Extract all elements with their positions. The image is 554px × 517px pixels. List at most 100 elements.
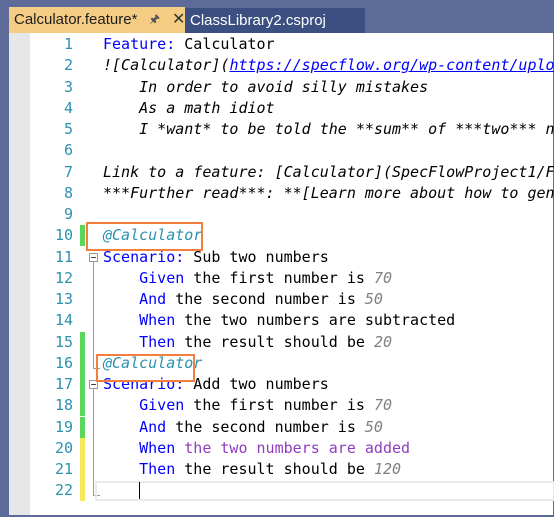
outline-guide [93, 389, 94, 496]
tag-highlight-box [86, 222, 203, 252]
token-num: 20 [373, 332, 392, 351]
token-tx: the first number is [184, 268, 374, 287]
change-indicator-yellow [80, 480, 85, 502]
line-number: 20 [54, 438, 73, 457]
line-number: 8 [63, 183, 73, 202]
line-number: 6 [63, 141, 73, 160]
line-code: Feature: Calculator [103, 34, 275, 55]
tag-highlight-box [96, 353, 195, 382]
line-number: 14 [54, 311, 73, 330]
line-code: When the two numbers are added [103, 438, 410, 459]
change-indicator-green [80, 416, 85, 438]
line-code: And the second number is 50 [103, 289, 383, 310]
code-line[interactable]: 6 [9, 140, 553, 161]
line-number: 7 [63, 162, 73, 181]
line-number: 11 [54, 247, 73, 266]
text-caret [139, 482, 140, 500]
token-kw: Feature: [103, 35, 176, 53]
code-line[interactable]: 15 Then the result should be 20 [9, 331, 553, 353]
code-line[interactable]: 3 In order to avoid silly mistakes [9, 77, 553, 98]
code-line[interactable]: 19 And the second number is 50 [9, 416, 553, 438]
line-number: 21 [54, 460, 73, 478]
code-line[interactable]: 1 Feature: Calculator [9, 34, 553, 55]
token-tx: Calculator [175, 35, 275, 53]
code-line[interactable]: 21 Then the result should be 120 [9, 459, 553, 480]
line-number: 19 [54, 417, 73, 436]
tab-label: ClassLibrary2.csproj [190, 12, 326, 29]
token-num: 50 [364, 417, 383, 436]
line-number: 1 [63, 35, 73, 53]
line-number: 17 [54, 375, 73, 393]
token-it: As a math idiot [103, 98, 275, 117]
line-code: In order to avoid silly mistakes [103, 77, 428, 98]
current-line-highlight [95, 481, 554, 502]
change-indicator-green [80, 331, 85, 353]
line-code: I *want* to be told the **sum** of ***tw… [103, 119, 554, 140]
token-kw: Then [103, 460, 176, 478]
token-tx: Add two numbers [184, 375, 329, 393]
line-code: Then the result should be 20 [103, 332, 392, 353]
code-line[interactable]: 4 As a math idiot [9, 98, 553, 119]
outline-guide [93, 261, 94, 368]
change-indicator-yellow [80, 437, 85, 459]
code-editor[interactable]: 1 Feature: Calculator 2 ![Calculator](https… [9, 33, 554, 515]
code-line[interactable]: 18 Given the first number is 70 [9, 395, 553, 417]
tab-calculator-feature[interactable]: Calculator.feature* 🖈 ✕ [9, 7, 185, 33]
line-code: And the second number is 50 [103, 417, 383, 438]
token-link[interactable]: https://specflow.org/wp-content/uplo [229, 56, 554, 74]
token-it: ![Calculator]( [103, 56, 230, 75]
code-line[interactable]: 7 Link to a feature: [Calculator](SpecFlo… [9, 162, 554, 183]
token-kw: Given [103, 396, 185, 415]
line-number: 22 [54, 481, 73, 500]
change-indicator-green [80, 352, 85, 374]
token-num: 70 [373, 396, 392, 415]
token-it: ***Further read***: **[Learn more about … [103, 183, 554, 202]
token-it: Link to a feature: [Calculator](SpecFlow… [103, 162, 554, 181]
line-number: 13 [54, 290, 73, 308]
token-kw: When [103, 311, 176, 330]
line-code: As a math idiot [103, 98, 275, 119]
line-code: Link to a feature: [Calculator](SpecFlow… [103, 162, 554, 183]
collapse-scenario-sub-icon[interactable] [89, 252, 98, 262]
token-it: I *want* to be told the **sum** of ***tw… [103, 120, 554, 138]
code-line[interactable]: 8 ***Further read***: **[Learn more about… [9, 183, 554, 204]
close-icon[interactable]: ✕ [172, 7, 185, 32]
code-line[interactable]: 5 I *want* to be told the **sum** of ***… [9, 119, 554, 140]
code-line[interactable]: 12 Given the first number is 70 [9, 268, 553, 289]
token-tx: the result should be [175, 460, 374, 478]
token-tx: the first number is [184, 396, 374, 415]
code-line[interactable]: 14 When the two numbers are subtracted [9, 310, 553, 331]
token-num: 50 [364, 290, 383, 308]
code-line[interactable]: 16 @Calculator [9, 352, 553, 374]
token-kw: And [103, 290, 167, 308]
token-unb: the two numbers are added [175, 438, 411, 457]
tab-label: Calculator.feature* [14, 11, 138, 28]
token-tx: the two numbers are subtracted [175, 311, 456, 330]
line-code: ***Further read***: **[Learn more about … [103, 183, 554, 204]
code-line[interactable]: 20 When the two numbers are added [9, 437, 553, 459]
pin-icon[interactable]: 🖈 [149, 7, 160, 32]
code-line[interactable]: 13 And the second number is 50 [9, 289, 553, 310]
line-code: Given the first number is 70 [103, 268, 392, 289]
code-line[interactable]: 2 ![Calculator](https://specflow.org/wp-c… [9, 55, 554, 76]
token-tx: Sub two numbers [184, 247, 329, 266]
line-number: 12 [54, 268, 73, 287]
change-indicator-yellow [80, 459, 85, 480]
tab-classlibrary2-csproj[interactable]: ClassLibrary2.csproj [185, 8, 365, 33]
line-number: 4 [63, 98, 73, 117]
tab-bar: Calculator.feature* 🖈 ✕ ClassLibrary2.cs… [0, 0, 554, 33]
line-number: 18 [54, 396, 73, 415]
token-tx: the second number is [166, 290, 365, 308]
token-num: 70 [373, 268, 392, 287]
change-indicator-green [80, 225, 85, 247]
token-it: In order to avoid silly mistakes [103, 77, 429, 96]
line-number: 2 [63, 56, 73, 75]
line-code: When the two numbers are subtracted [103, 310, 455, 331]
line-number: 16 [54, 353, 73, 372]
token-kw: Given [103, 268, 185, 287]
line-number: 9 [63, 205, 73, 223]
token-kw: Then [103, 332, 176, 351]
line-number: 15 [54, 332, 73, 351]
token-kw: When [103, 438, 176, 457]
line-number: 5 [63, 120, 73, 138]
